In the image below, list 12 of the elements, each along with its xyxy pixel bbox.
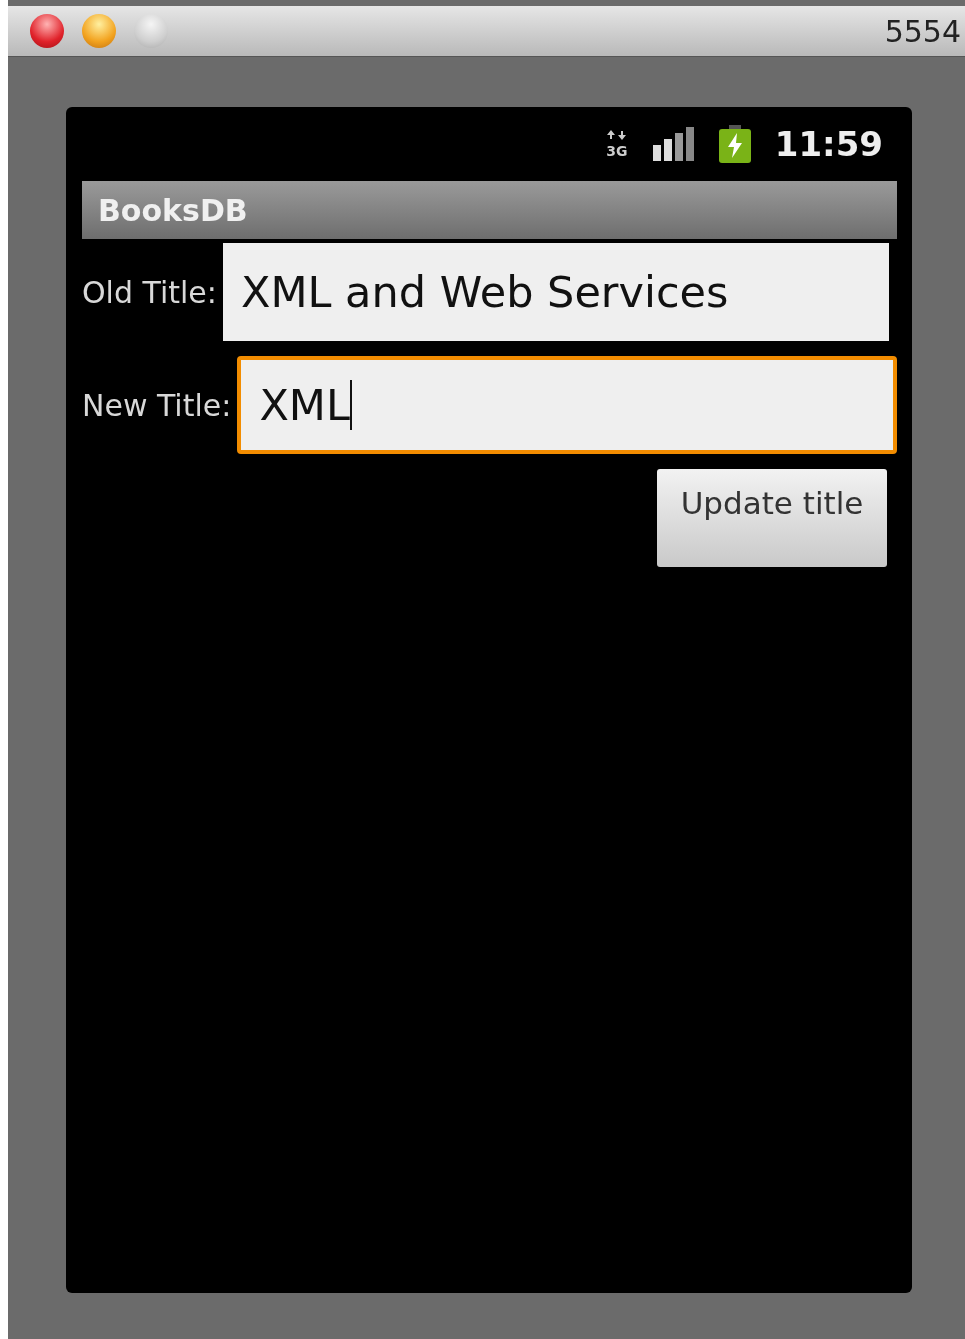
close-button[interactable] [30, 14, 64, 48]
window-title: 5554 [884, 13, 962, 49]
clock-time: 11:59 [774, 124, 883, 164]
signal-icon [652, 127, 695, 161]
field-label: New Title: [82, 387, 233, 423]
app-title: BooksDB [98, 192, 248, 228]
minimize-button[interactable] [82, 14, 116, 48]
text-field[interactable]: XML and Web Services [222, 243, 889, 341]
field-label: Old Title: [82, 274, 218, 310]
update-button[interactable]: Update title [657, 469, 887, 567]
text-field[interactable]: XML [237, 356, 897, 454]
battery-charging-icon [718, 125, 751, 163]
